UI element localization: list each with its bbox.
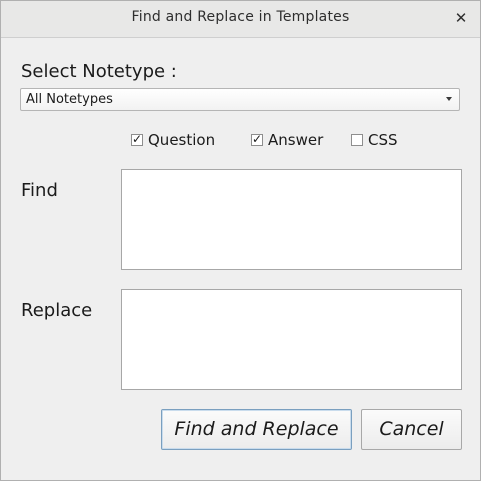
close-icon[interactable]: ✕ [452, 9, 470, 27]
notetype-select[interactable]: All Notetypes [20, 88, 460, 111]
dialog-title: Find and Replace in Templates [131, 9, 350, 25]
notetype-label: Select Notetype : [21, 61, 177, 82]
checkmark-icon: ✓ [132, 132, 143, 146]
notetype-selected-value: All Notetypes [26, 92, 113, 107]
find-label: Find [21, 180, 58, 201]
css-label: CSS [368, 131, 398, 149]
question-checkbox[interactable]: ✓ Question [131, 131, 215, 149]
question-label: Question [148, 131, 216, 149]
cancel-button[interactable]: Cancel [361, 409, 462, 450]
css-checkbox[interactable]: CSS [351, 131, 398, 149]
find-input[interactable] [121, 169, 462, 270]
checkmark-icon: ✓ [252, 132, 263, 146]
answer-label: Answer [268, 131, 324, 149]
replace-input[interactable] [121, 289, 462, 390]
chevron-down-icon [446, 97, 452, 101]
title-bar: Find and Replace in Templates ✕ [1, 1, 480, 38]
find-replace-dialog: Find and Replace in Templates ✕ Select N… [0, 0, 481, 481]
css-checkbox-box[interactable] [351, 134, 363, 146]
find-and-replace-button[interactable]: Find and Replace [161, 409, 352, 450]
question-checkbox-box[interactable]: ✓ [131, 132, 143, 146]
replace-label: Replace [21, 300, 93, 321]
answer-checkbox[interactable]: ✓ Answer [251, 131, 323, 149]
answer-checkbox-box[interactable]: ✓ [251, 132, 263, 146]
